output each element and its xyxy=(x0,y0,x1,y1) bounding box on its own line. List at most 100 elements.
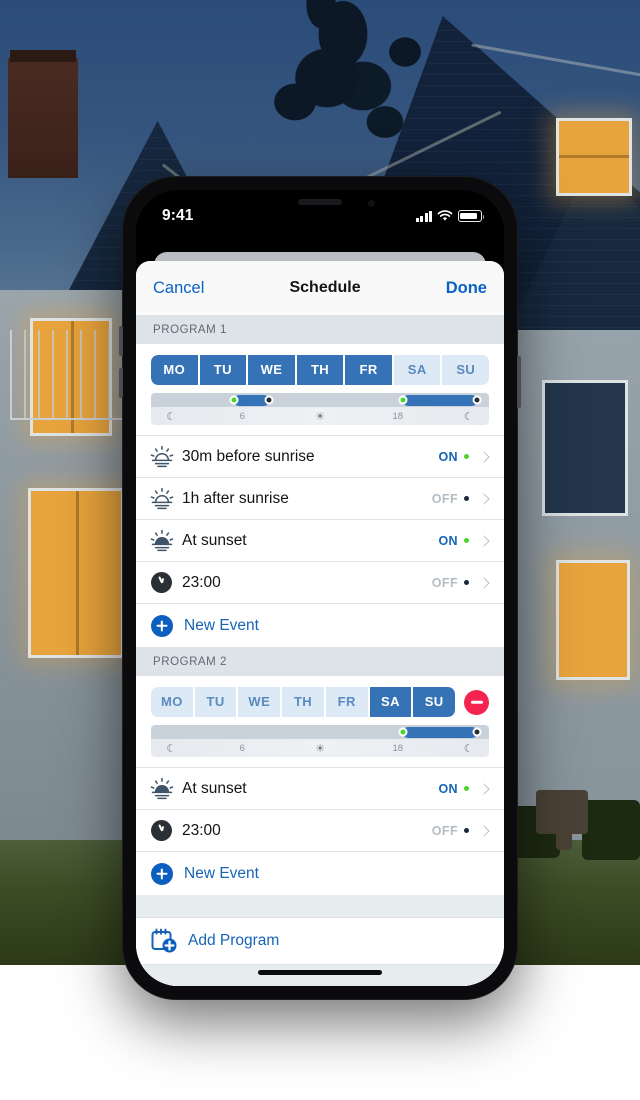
front-camera xyxy=(368,200,375,207)
day-toggle-sa[interactable]: SA xyxy=(369,687,412,717)
chevron-right-icon xyxy=(478,492,490,505)
sunrise-icon xyxy=(149,486,175,512)
event-state-dot xyxy=(464,786,469,791)
event-row[interactable]: At sunset ON xyxy=(136,767,504,809)
section-spacer xyxy=(136,895,504,917)
day-toggle-sa[interactable]: SA xyxy=(393,355,441,385)
modal-navbar: Cancel Schedule Done xyxy=(136,261,504,315)
new-event-button-program-2[interactable]: New Event xyxy=(136,851,504,895)
section-header-program-1: PROGRAM 1 xyxy=(136,315,504,344)
moon-icon: ☾ xyxy=(463,410,474,423)
chevron-right-icon xyxy=(478,824,490,837)
sun-icon: ☀ xyxy=(315,742,325,755)
day-toggle-fr[interactable]: FR xyxy=(325,687,368,717)
event-label: 23:00 xyxy=(182,821,221,839)
timeline-segment[interactable] xyxy=(229,394,274,406)
schedule-scroll-area[interactable]: PROGRAM 1 MO TU WE TH FR SA SU ☾ 6 ☀ 18 … xyxy=(136,315,504,986)
window-left-lower xyxy=(28,488,124,658)
window-right-lower xyxy=(556,560,630,680)
program-2-timeline-track[interactable] xyxy=(151,725,489,739)
cancel-button[interactable]: Cancel xyxy=(153,279,204,298)
phone-screen: 9:41 Cancel Schedule Done PROGRAM 1 MO T… xyxy=(136,190,504,986)
battery-icon xyxy=(458,210,485,222)
schedule-modal-sheet: Cancel Schedule Done PROGRAM 1 MO TU WE … xyxy=(136,261,504,986)
section-header-program-2: PROGRAM 2 xyxy=(136,647,504,676)
day-toggle-mo[interactable]: MO xyxy=(151,355,198,385)
event-state: ON xyxy=(438,533,458,548)
day-toggle-tu[interactable]: TU xyxy=(194,687,237,717)
new-event-button-program-1[interactable]: New Event xyxy=(136,603,504,647)
chevron-right-icon xyxy=(478,782,490,795)
window-right-dark xyxy=(542,380,628,516)
event-label: 23:00 xyxy=(182,573,221,591)
timeline-knob-end[interactable] xyxy=(472,395,482,405)
status-clock: 9:41 xyxy=(162,207,194,224)
day-toggle-th[interactable]: TH xyxy=(282,687,324,717)
program-2-card: MO TU WE TH FR SA SU ☾ 6 ☀ 18 ☾ At sunse… xyxy=(136,676,504,895)
event-state-dot xyxy=(464,580,469,585)
volume-down-button[interactable] xyxy=(119,368,123,398)
notch xyxy=(245,190,395,217)
page-title: Schedule xyxy=(289,279,361,296)
ruler-label-6: 6 xyxy=(239,742,245,754)
event-label: 1h after sunrise xyxy=(182,489,289,507)
program-2-timeline[interactable]: ☾ 6 ☀ 18 ☾ xyxy=(151,725,489,757)
event-row[interactable]: 23:00 OFF xyxy=(136,561,504,603)
power-button[interactable] xyxy=(517,356,521,408)
add-program-button[interactable]: Add Program xyxy=(136,917,504,965)
remove-circle-icon[interactable] xyxy=(464,689,489,715)
day-toggle-we[interactable]: WE xyxy=(248,355,295,385)
done-button[interactable]: Done xyxy=(446,279,487,298)
timeline-knob-end[interactable] xyxy=(264,395,274,405)
cellular-bars-icon xyxy=(415,210,432,222)
program-2-timeline-wrap: ☾ 6 ☀ 18 ☾ xyxy=(136,725,504,767)
timeline-knob-end[interactable] xyxy=(472,727,482,737)
event-state-dot xyxy=(464,538,469,543)
event-row[interactable]: 1h after sunrise OFF xyxy=(136,477,504,519)
event-state: OFF xyxy=(431,823,458,838)
event-state-dot xyxy=(464,496,469,501)
event-row[interactable]: 30m before sunrise ON xyxy=(136,435,504,477)
ruler-label-6: 6 xyxy=(239,410,245,422)
clock-icon xyxy=(149,818,175,844)
ruler-label-18: 18 xyxy=(392,410,404,422)
wifi-icon xyxy=(437,210,453,221)
home-indicator[interactable] xyxy=(258,970,382,975)
day-toggle-fr[interactable]: FR xyxy=(345,355,392,385)
balcony-railing xyxy=(10,330,130,420)
event-state: OFF xyxy=(431,491,458,506)
timeline-segment[interactable] xyxy=(398,726,482,738)
new-event-label: New Event xyxy=(184,864,259,882)
day-toggle-we[interactable]: WE xyxy=(238,687,281,717)
program-1-daypicker[interactable]: MO TU WE TH FR SA SU xyxy=(151,355,489,385)
patio-furniture-leg xyxy=(556,820,572,850)
program-1-timeline-wrap: ☾ 6 ☀ 18 ☾ xyxy=(136,393,504,435)
day-toggle-tu[interactable]: TU xyxy=(199,355,247,385)
sun-icon: ☀ xyxy=(315,410,325,423)
event-label: At sunset xyxy=(182,531,247,549)
timeline-knob-start[interactable] xyxy=(398,727,408,737)
day-toggle-th[interactable]: TH xyxy=(296,355,344,385)
timeline-knob-start[interactable] xyxy=(398,395,408,405)
timeline-knob-start[interactable] xyxy=(229,395,239,405)
event-row[interactable]: 23:00 OFF xyxy=(136,809,504,851)
event-state: ON xyxy=(438,449,458,464)
day-toggle-su[interactable]: SU xyxy=(442,355,489,385)
sunset-icon xyxy=(149,776,175,802)
day-toggle-mo[interactable]: MO xyxy=(151,687,193,717)
event-state: OFF xyxy=(431,575,458,590)
program-1-timeline-track[interactable] xyxy=(151,393,489,407)
program-2-daypicker[interactable]: MO TU WE TH FR SA SU xyxy=(151,687,455,717)
ruler-label-18: 18 xyxy=(392,742,404,754)
program-1-timeline[interactable]: ☾ 6 ☀ 18 ☾ xyxy=(151,393,489,425)
hedge xyxy=(582,800,640,860)
phone-device: 9:41 Cancel Schedule Done PROGRAM 1 MO T… xyxy=(119,176,521,1000)
timeline-segment[interactable] xyxy=(398,394,482,406)
event-state-dot xyxy=(464,454,469,459)
chevron-right-icon xyxy=(478,534,490,547)
event-state: ON xyxy=(438,781,458,796)
volume-up-button[interactable] xyxy=(119,326,123,356)
event-row[interactable]: At sunset ON xyxy=(136,519,504,561)
chevron-right-icon xyxy=(478,576,490,589)
day-toggle-su[interactable]: SU xyxy=(413,687,455,717)
